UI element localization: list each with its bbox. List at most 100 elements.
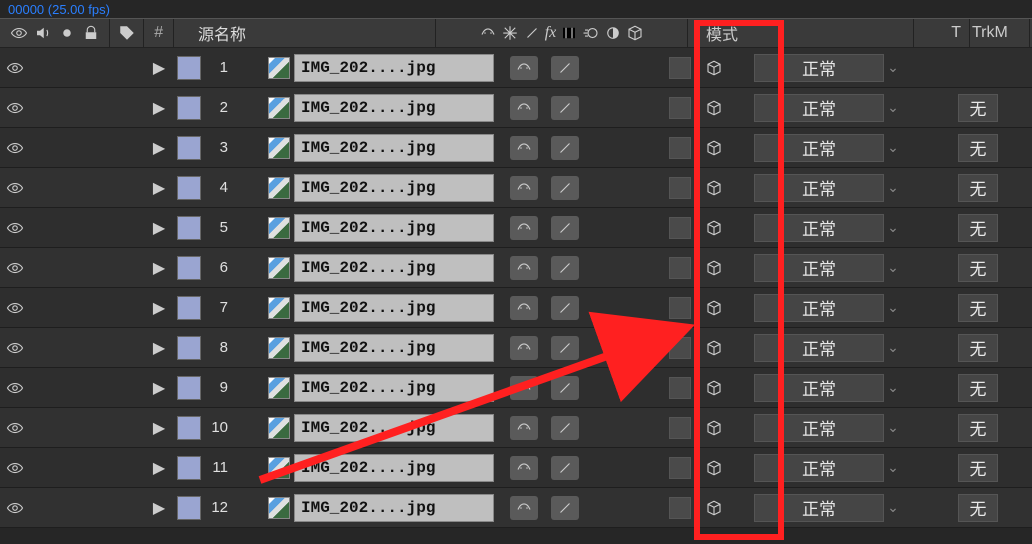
speaker-icon[interactable] [34,24,52,42]
adjustment-toggle[interactable] [669,497,691,519]
visibility-toggle[interactable] [6,379,28,397]
collapse-toggle[interactable] [551,496,579,520]
blend-mode-dropdown[interactable]: 正常 [754,174,884,202]
adjustment-toggle[interactable] [669,57,691,79]
blend-mode-dropdown[interactable]: 正常 [754,494,884,522]
trkmat-header[interactable]: TrkM [970,19,1030,47]
twirl-arrow[interactable]: ▶ [144,328,174,367]
visibility-toggle[interactable] [6,339,28,357]
chevron-down-icon[interactable]: ⌄ [884,128,902,167]
visibility-toggle[interactable] [6,259,28,277]
adjustment-toggle[interactable] [669,217,691,239]
3d-toggle[interactable] [705,99,723,117]
source-name[interactable]: IMG_202....jpg [294,174,494,202]
twirl-arrow[interactable]: ▶ [144,448,174,487]
adjustment-icon[interactable] [604,24,622,42]
3d-toggle[interactable] [705,139,723,157]
adjustment-toggle[interactable] [669,417,691,439]
blend-mode-dropdown[interactable]: 正常 [754,294,884,322]
3d-toggle[interactable] [705,179,723,197]
3d-toggle[interactable] [705,339,723,357]
label-color-swatch[interactable] [177,456,201,480]
visibility-toggle[interactable] [6,219,28,237]
source-name[interactable]: IMG_202....jpg [294,54,494,82]
label-color-swatch[interactable] [177,376,201,400]
chevron-down-icon[interactable]: ⌄ [884,48,902,87]
chevron-down-icon[interactable]: ⌄ [884,368,902,407]
source-name[interactable]: IMG_202....jpg [294,494,494,522]
label-color-swatch[interactable] [177,336,201,360]
twirl-arrow[interactable]: ▶ [144,368,174,407]
collapse-toggle[interactable] [551,136,579,160]
chevron-down-icon[interactable]: ⌄ [884,168,902,207]
blend-mode-dropdown[interactable]: 正常 [754,134,884,162]
blend-mode-dropdown[interactable]: 正常 [754,94,884,122]
3d-toggle[interactable] [705,59,723,77]
shy-toggle[interactable] [510,216,538,240]
chevron-down-icon[interactable]: ⌄ [884,288,902,327]
label-color-swatch[interactable] [177,176,201,200]
chevron-down-icon[interactable]: ⌄ [884,208,902,247]
blend-mode-dropdown[interactable]: 正常 [754,454,884,482]
trkmat-dropdown[interactable]: 无 [958,494,998,522]
collapse-toggle[interactable] [551,336,579,360]
eye-icon[interactable] [10,24,28,42]
cube-3d-icon[interactable] [626,24,644,42]
label-color-swatch[interactable] [177,496,201,520]
twirl-arrow[interactable]: ▶ [144,48,174,87]
label-color-swatch[interactable] [177,216,201,240]
collapse-toggle[interactable] [551,456,579,480]
twirl-arrow[interactable]: ▶ [144,408,174,447]
trkmat-dropdown[interactable]: 无 [958,454,998,482]
label-color-swatch[interactable] [177,296,201,320]
twirl-arrow[interactable]: ▶ [144,168,174,207]
collapse-toggle[interactable] [551,416,579,440]
trkmat-dropdown[interactable]: 无 [958,334,998,362]
chevron-down-icon[interactable]: ⌄ [884,488,902,527]
layer-row[interactable]: ▶7IMG_202....jpg正常⌄无 [0,288,1032,328]
3d-toggle[interactable] [705,419,723,437]
layer-row[interactable]: ▶10IMG_202....jpg正常⌄无 [0,408,1032,448]
shy-icon[interactable] [479,24,497,42]
trkmat-dropdown[interactable]: 无 [958,174,998,202]
source-name[interactable]: IMG_202....jpg [294,214,494,242]
layer-row[interactable]: ▶6IMG_202....jpg正常⌄无 [0,248,1032,288]
timecode[interactable]: 00000 (25.00 fps) [0,0,1032,18]
blend-mode-dropdown[interactable]: 正常 [754,374,884,402]
source-name[interactable]: IMG_202....jpg [294,334,494,362]
3d-toggle[interactable] [705,259,723,277]
adjustment-toggle[interactable] [669,177,691,199]
twirl-arrow[interactable]: ▶ [144,248,174,287]
adjustment-toggle[interactable] [669,457,691,479]
3d-toggle[interactable] [705,459,723,477]
blend-mode-dropdown[interactable]: 正常 [754,254,884,282]
adjustment-toggle[interactable] [669,297,691,319]
visibility-toggle[interactable] [6,99,28,117]
blend-mode-dropdown[interactable]: 正常 [754,414,884,442]
trkmat-dropdown[interactable]: 无 [958,294,998,322]
adjustment-toggle[interactable] [669,257,691,279]
label-color-swatch[interactable] [177,416,201,440]
label-color-swatch[interactable] [177,56,201,80]
chevron-down-icon[interactable]: ⌄ [884,248,902,287]
shy-toggle[interactable] [510,56,538,80]
layer-row[interactable]: ▶12IMG_202....jpg正常⌄无 [0,488,1032,528]
frame-blend-icon[interactable] [560,24,578,42]
label-color-swatch[interactable] [177,136,201,160]
collapse-toggle[interactable] [551,256,579,280]
visibility-toggle[interactable] [6,299,28,317]
layer-row[interactable]: ▶4IMG_202....jpg正常⌄无 [0,168,1032,208]
trkmat-dropdown[interactable]: 无 [958,254,998,282]
layer-row[interactable]: ▶8IMG_202....jpg正常⌄无 [0,328,1032,368]
shy-toggle[interactable] [510,176,538,200]
3d-toggle[interactable] [705,299,723,317]
collapse-toggle[interactable] [551,176,579,200]
visibility-toggle[interactable] [6,139,28,157]
twirl-arrow[interactable]: ▶ [144,208,174,247]
layer-row[interactable]: ▶2IMG_202....jpg正常⌄无 [0,88,1032,128]
shy-toggle[interactable] [510,456,538,480]
shy-toggle[interactable] [510,416,538,440]
twirl-arrow[interactable]: ▶ [144,128,174,167]
chevron-down-icon[interactable]: ⌄ [884,88,902,127]
twirl-arrow[interactable]: ▶ [144,88,174,127]
